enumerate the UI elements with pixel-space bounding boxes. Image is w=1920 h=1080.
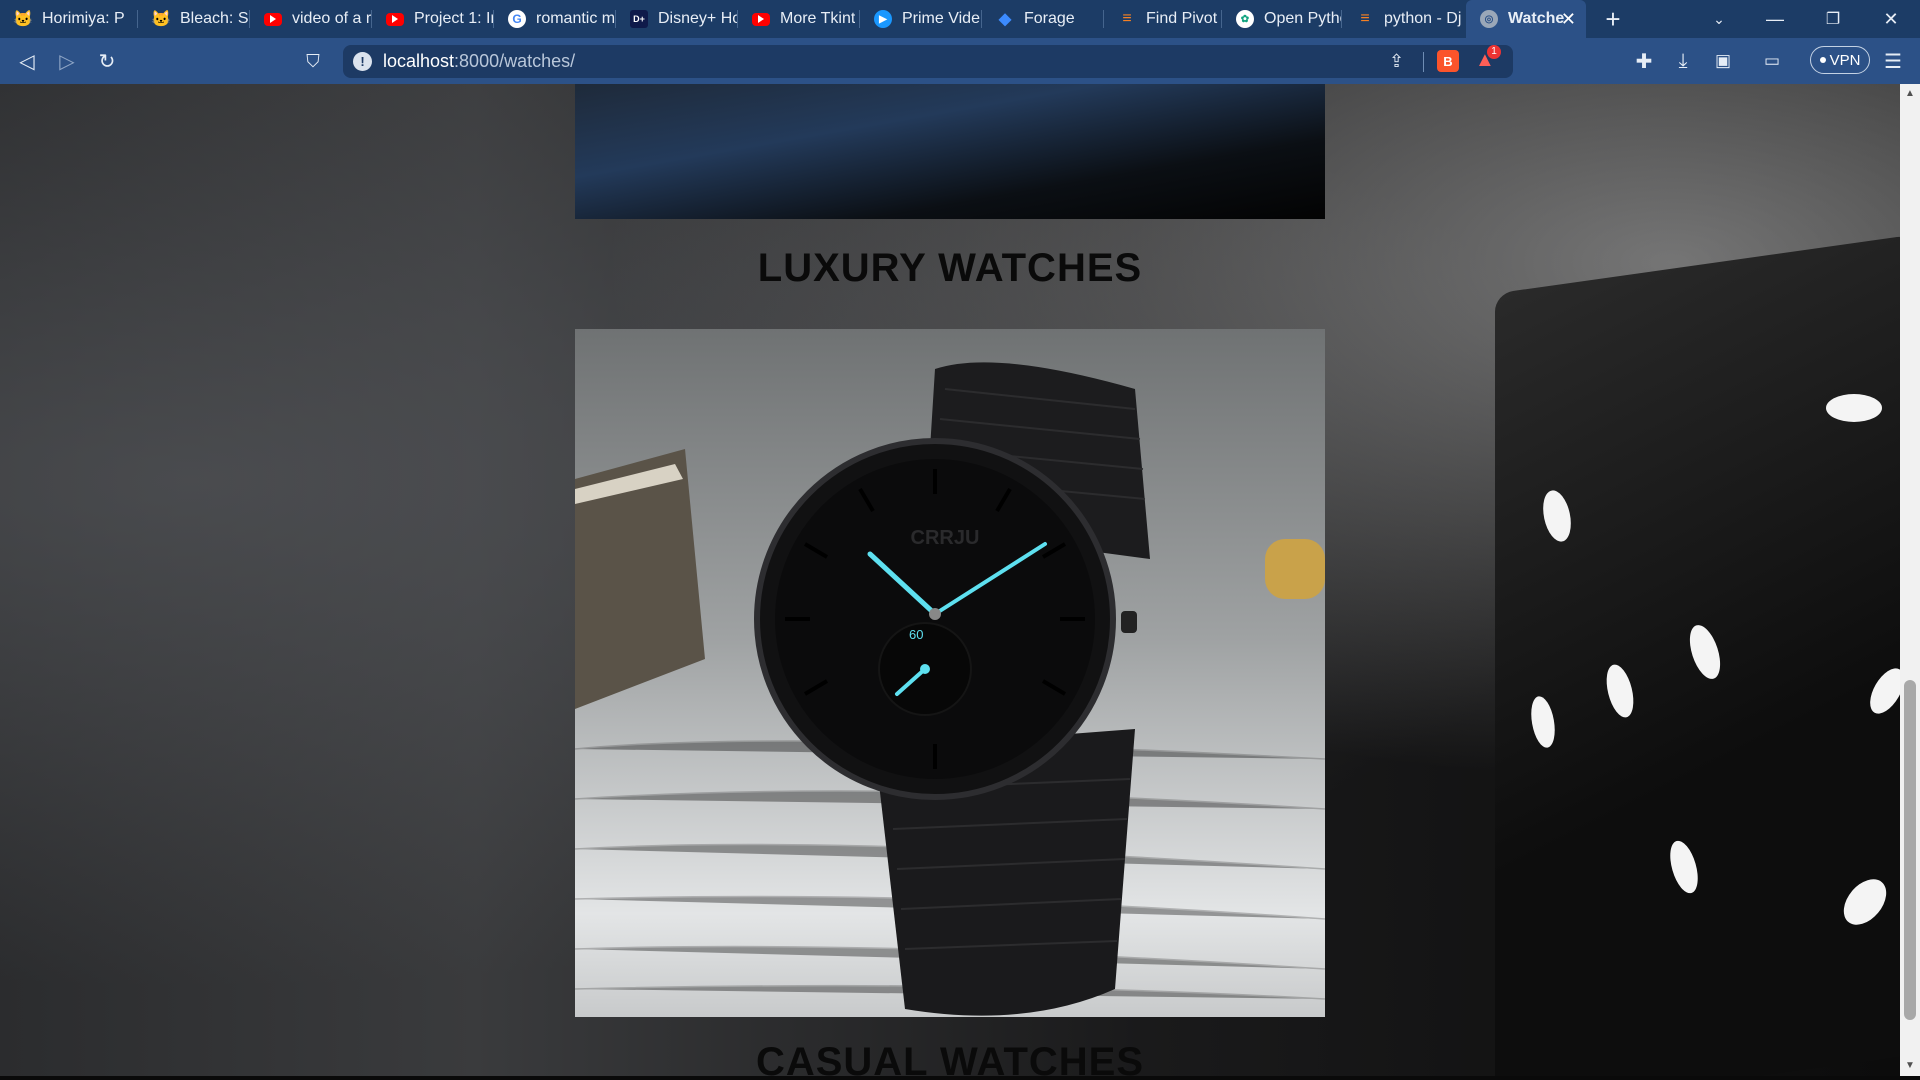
tab-watches[interactable]: ◎ Watche ✕ xyxy=(1466,0,1586,38)
new-tab-button[interactable]: + xyxy=(1590,0,1636,38)
menu-icon[interactable]: ☰ xyxy=(1878,46,1908,76)
luxury-watches-heading: LUXURY WATCHES xyxy=(757,246,1143,290)
back-icon[interactable]: ◁ xyxy=(12,46,42,76)
scroll-thumb[interactable] xyxy=(1904,680,1916,1020)
tab-prime-video[interactable]: ▶ Prime Vide xyxy=(860,0,982,38)
site-info-icon[interactable]: ! xyxy=(353,52,372,71)
openai-icon: ✿ xyxy=(1236,10,1254,28)
extensions-icon[interactable]: ✚ xyxy=(1629,46,1659,76)
watch-illustration: CRRJU 60 xyxy=(575,362,1325,1016)
cat-icon: 🐱 xyxy=(13,11,33,28)
bookmark-icon[interactable]: ⛉ xyxy=(298,46,328,76)
tab-open-python[interactable]: ✿ Open Pytho xyxy=(1222,0,1342,38)
tab-python-django[interactable]: ≡ python - Dj xyxy=(1342,0,1464,38)
share-icon[interactable]: ⇪ xyxy=(1389,51,1404,72)
close-tab-icon[interactable]: ✕ xyxy=(1561,10,1576,28)
watch-crown xyxy=(1121,611,1137,633)
sidebar-icon[interactable]: ▣ xyxy=(1708,46,1738,76)
tab-bleach[interactable]: 🐱Bleach: Sen xyxy=(138,0,250,38)
url-text[interactable]: localhost:8000/watches/ xyxy=(383,51,575,72)
close-window-button[interactable]: ✕ xyxy=(1868,0,1914,38)
brave-shields-icon[interactable]: B xyxy=(1437,50,1459,72)
cat-icon: 🐱 xyxy=(151,11,171,28)
tab-youtube-video[interactable]: video of a r xyxy=(250,0,372,38)
globe-icon: ◎ xyxy=(1480,10,1498,28)
tab-forage[interactable]: ◆ Forage xyxy=(982,0,1104,38)
rewards-badge: 1 xyxy=(1487,45,1501,59)
pen-shape xyxy=(1265,539,1325,599)
dice-pip xyxy=(1826,394,1882,422)
disney-icon: D+ xyxy=(630,10,648,28)
tab-strip: 🐱Horimiya: P 🐱Bleach: Sen video of a r P… xyxy=(0,0,1920,38)
google-icon: G xyxy=(508,10,526,28)
wallet-icon[interactable]: ▭ xyxy=(1757,46,1787,76)
tab-project1[interactable]: Project 1: Ir xyxy=(372,0,494,38)
divider xyxy=(1423,52,1424,72)
vpn-status-dot xyxy=(1819,57,1826,63)
page-viewport: LUXURY WATCHES CRRJU 60 CASUAL WATCHES xyxy=(0,84,1900,1076)
youtube-icon xyxy=(264,12,282,26)
restore-button[interactable]: ❐ xyxy=(1810,0,1856,38)
stackoverflow-icon: ≡ xyxy=(1360,10,1370,27)
tab-list-chevron-icon[interactable]: ⌄ xyxy=(1696,0,1742,38)
youtube-icon xyxy=(752,12,770,26)
page-scrollbar[interactable]: ▲ ▼ xyxy=(1900,84,1920,1076)
scroll-down-icon[interactable]: ▼ xyxy=(1904,1060,1916,1072)
forage-icon: ◆ xyxy=(998,11,1012,28)
reload-icon[interactable]: ↻ xyxy=(92,46,122,76)
downloads-icon[interactable]: ⤓ xyxy=(1668,46,1698,76)
address-bar[interactable]: ! localhost:8000/watches/ ⇪ B ▲ 1 xyxy=(343,45,1513,78)
watch-brand-text: CRRJU xyxy=(911,527,980,549)
tab-google-search[interactable]: Gromantic m xyxy=(494,0,616,38)
forward-icon[interactable]: ▷ xyxy=(52,46,82,76)
luxury-watch-image[interactable]: CRRJU 60 xyxy=(575,329,1325,1017)
casual-watches-heading: CASUAL WATCHES xyxy=(755,1040,1145,1076)
tab-disney[interactable]: D+ Disney+ Ho xyxy=(616,0,738,38)
window-bottom-edge xyxy=(0,1076,1920,1080)
scroll-up-icon[interactable]: ▲ xyxy=(1904,88,1916,100)
minimize-button[interactable]: — xyxy=(1752,0,1798,38)
tab-find-pivot[interactable]: ≡ Find Pivot I xyxy=(1104,0,1222,38)
previous-collection-image xyxy=(575,84,1325,219)
prime-video-icon: ▶ xyxy=(874,10,892,28)
youtube-icon xyxy=(386,12,404,26)
vpn-button[interactable]: VPN xyxy=(1810,46,1870,74)
stackoverflow-icon: ≡ xyxy=(1122,10,1132,27)
tab-horimiya[interactable]: 🐱 Horimiya: P xyxy=(0,0,138,38)
subdial-label: 60 xyxy=(909,627,923,642)
tab-tkinter[interactable]: More Tkint xyxy=(738,0,860,38)
